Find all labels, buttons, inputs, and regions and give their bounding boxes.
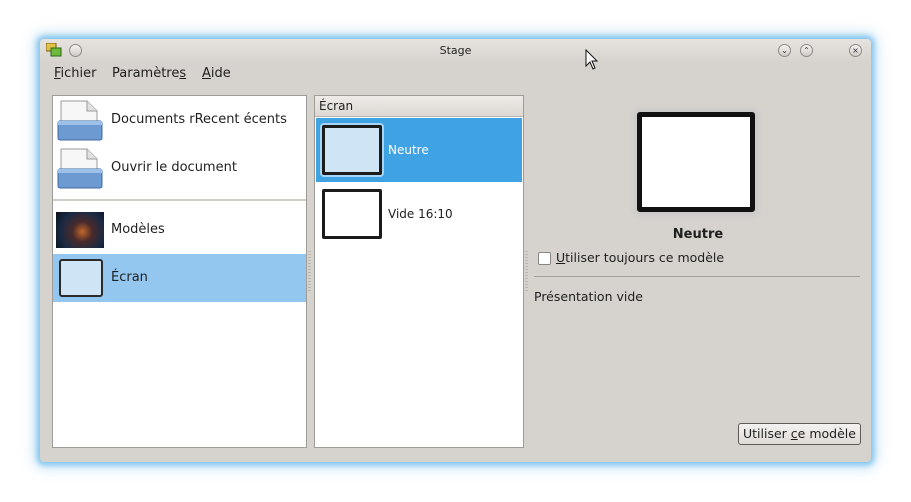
details-separator: [534, 276, 860, 277]
use-template-mnemonic: c: [790, 426, 798, 441]
window-title: Stage: [439, 44, 472, 57]
category-list: Documents rRecent écents Ouvrir le docum…: [52, 95, 307, 448]
template-thumbnail: [322, 125, 382, 175]
menu-bar: Fichier Paramètres Aide: [40, 62, 871, 86]
template-thumbnail: [322, 189, 382, 239]
template-name: Neutre: [672, 227, 724, 242]
menu-fichier[interactable]: Fichier: [54, 66, 97, 81]
always-use-text: tiliser toujours ce modèle: [565, 250, 725, 265]
template-list-header-label: Écran: [319, 99, 354, 113]
screen-icon: [59, 259, 103, 297]
category-label: Modèles: [111, 222, 165, 237]
category-separator: [53, 199, 306, 201]
category-screen[interactable]: Écran: [53, 254, 306, 302]
stage-window: Stage ⌄ ⌃ × Fichier Paramètres Aide Docu…: [40, 39, 871, 462]
menu-aide[interactable]: Aide: [202, 66, 231, 81]
template-list: Écran Neutre Vide 16:10: [314, 95, 524, 448]
template-list-header: Écran: [315, 96, 523, 117]
template-label: Neutre: [388, 143, 429, 157]
splitter-handle[interactable]: [525, 251, 528, 291]
recent-documents-icon: [57, 100, 103, 141]
always-use-mnemonic: U: [556, 250, 566, 265]
minimize-icon[interactable]: ⌄: [778, 44, 791, 57]
open-document-icon: [57, 148, 103, 189]
menu-parametres-mnemonic: s: [179, 66, 187, 81]
menu-aide-label: ide: [210, 66, 231, 81]
always-use-label[interactable]: Utiliser toujours ce modèle: [556, 250, 724, 265]
template-preview: [637, 112, 755, 212]
template-item-neutre[interactable]: Neutre: [316, 118, 522, 182]
template-item-vide[interactable]: Vide 16:10: [316, 182, 522, 246]
menu-fichier-label: ichier: [60, 66, 97, 81]
category-label: Écran: [111, 270, 148, 285]
close-icon[interactable]: ×: [849, 44, 862, 57]
template-description: Présentation vide: [534, 289, 643, 304]
menu-parametres-label: Paramètre: [112, 66, 180, 81]
use-template-button[interactable]: Utiliser ce modèle: [738, 423, 861, 445]
always-use-checkbox[interactable]: [538, 252, 551, 265]
use-template-label-pre: Utiliser: [743, 426, 791, 441]
splitter-handle[interactable]: [308, 251, 311, 291]
title-bar[interactable]: Stage ⌄ ⌃ ×: [40, 39, 871, 62]
maximize-icon[interactable]: ⌃: [800, 44, 813, 57]
category-label: Ouvrir le document: [111, 160, 237, 175]
use-template-label-post: e modèle: [797, 426, 856, 441]
category-recent-documents[interactable]: Documents rRecent écents: [53, 96, 306, 144]
menu-aide-mnemonic: A: [202, 66, 211, 81]
category-open-document[interactable]: Ouvrir le document: [53, 144, 306, 192]
templates-thumbnail: [56, 212, 104, 248]
template-details: Neutre Utiliser toujours ce modèle Prése…: [530, 95, 866, 455]
menu-parametres[interactable]: Paramètres: [112, 66, 186, 81]
category-templates[interactable]: Modèles: [53, 206, 306, 254]
template-label: Vide 16:10: [388, 207, 453, 221]
mouse-cursor-icon: [585, 49, 599, 70]
category-label: Documents rRecent écents: [111, 112, 287, 127]
